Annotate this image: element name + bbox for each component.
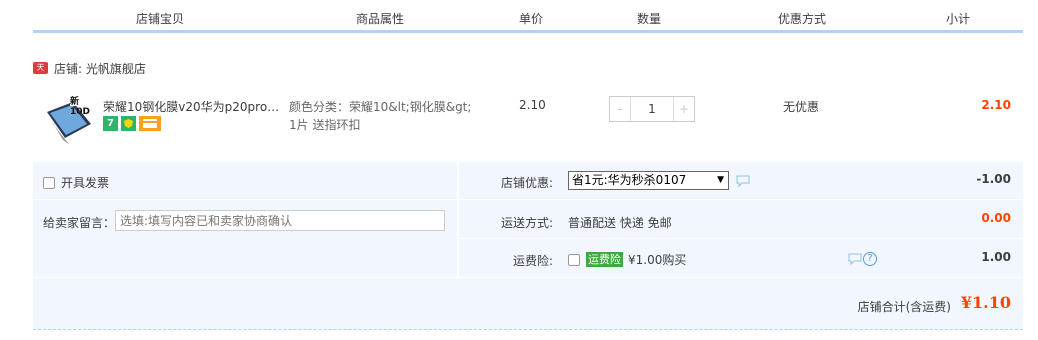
insurance-label: 运费险: xyxy=(512,254,553,268)
panel-divider xyxy=(33,277,1023,278)
header-divider xyxy=(469,27,470,30)
tmall-badge-icon: 天猫 xyxy=(33,62,48,84)
attr-quantity-gift: 1片 送指环扣 xyxy=(289,118,361,132)
header-divider xyxy=(589,27,590,30)
cart-item-row: 新10D 荣耀10钢化膜v20华为p20pro水凝膜 7 颜色分类：荣耀10&l… xyxy=(33,84,1023,162)
thumbnail-label: 新10D xyxy=(70,97,90,117)
insurance-price: ¥1.00购买 xyxy=(628,253,687,267)
shop-total-value: ¥1.10 xyxy=(960,293,1011,312)
message-icon[interactable] xyxy=(736,175,750,187)
col-subtotal-header: 小计 xyxy=(946,12,971,26)
col-attr-header: 商品属性 xyxy=(356,12,405,26)
note-label: 给卖家留言： xyxy=(43,216,116,230)
insurance-badge: 运费险 xyxy=(586,252,623,267)
invoice-label: 开具发票 xyxy=(61,176,110,190)
item-subtotal: 2.10 xyxy=(981,98,1011,112)
shop-total-label: 店铺合计(含运费) xyxy=(857,300,951,314)
attr-color: 颜色分类：荣耀10&lt;钢化膜&gt; xyxy=(289,100,472,114)
delivery-label: 运送方式: xyxy=(500,216,553,230)
unit-price: 2.10 xyxy=(519,98,546,112)
shield-icon[interactable] xyxy=(121,116,136,131)
panel-divider xyxy=(33,199,1023,200)
panel-divider xyxy=(459,238,1023,239)
product-title-link[interactable]: 荣耀10钢化膜v20华为p20pro水凝膜 xyxy=(103,98,281,115)
col-qty-header: 数量 xyxy=(637,12,662,26)
shop-discount-label: 店铺优惠: xyxy=(500,176,553,190)
qty-increase-button[interactable]: + xyxy=(674,97,694,121)
shop-discount-select[interactable]: 省1元:华为秒杀0107 ▼ xyxy=(568,171,729,190)
service-badges: 7 xyxy=(103,116,161,131)
seller-note-input[interactable] xyxy=(115,210,445,231)
credit-card-icon[interactable] xyxy=(139,116,161,131)
qty-input[interactable] xyxy=(630,97,674,121)
cart-table-header: 店铺宝贝 商品属性 单价 数量 优惠方式 小计 xyxy=(33,0,1023,33)
insurance-amount: 1.00 xyxy=(981,250,1011,264)
shop-discount-amount: -1.00 xyxy=(976,172,1011,186)
quantity-stepper: - + xyxy=(609,96,695,122)
header-divider xyxy=(891,27,892,30)
col-price-header: 单价 xyxy=(519,12,544,26)
col-promo-header: 优惠方式 xyxy=(778,12,827,26)
qty-decrease-button[interactable]: - xyxy=(610,97,630,121)
help-icon[interactable]: ? xyxy=(863,252,877,266)
product-attributes: 颜色分类：荣耀10&lt;钢化膜&gt; 1片 送指环扣 xyxy=(289,98,489,134)
shop-discount-value: 省1元:华为秒杀0107 xyxy=(572,173,687,187)
dropdown-arrow-icon: ▼ xyxy=(717,175,724,185)
insurance-checkbox[interactable] xyxy=(568,253,580,266)
product-thumbnail[interactable]: 新10D xyxy=(43,94,96,147)
shop-row: 天猫 店铺: 光帆旗舰店 xyxy=(33,60,146,84)
invoice-option[interactable]: 开具发票 xyxy=(43,174,109,191)
invoice-checkbox[interactable] xyxy=(43,176,55,189)
delivery-amount: 0.00 xyxy=(981,211,1011,225)
order-options-panel: 开具发票 给卖家留言： 店铺优惠: 省1元:华为秒杀0107 ▼ -1.00 运… xyxy=(33,162,1023,330)
promo-text: 无优惠 xyxy=(783,100,820,114)
panel-divider xyxy=(457,162,459,277)
insurance-option[interactable]: 运费险 ¥1.00购买 xyxy=(568,251,686,268)
seven-day-return-icon[interactable]: 7 xyxy=(103,116,118,131)
shop-name-link[interactable]: 店铺: 光帆旗舰店 xyxy=(54,60,146,77)
message-icon[interactable] xyxy=(848,253,862,265)
col-item-header: 店铺宝贝 xyxy=(136,12,185,26)
delivery-method: 普通配送 快递 免邮 xyxy=(568,216,672,230)
header-divider xyxy=(289,27,290,30)
header-divider xyxy=(733,27,734,30)
